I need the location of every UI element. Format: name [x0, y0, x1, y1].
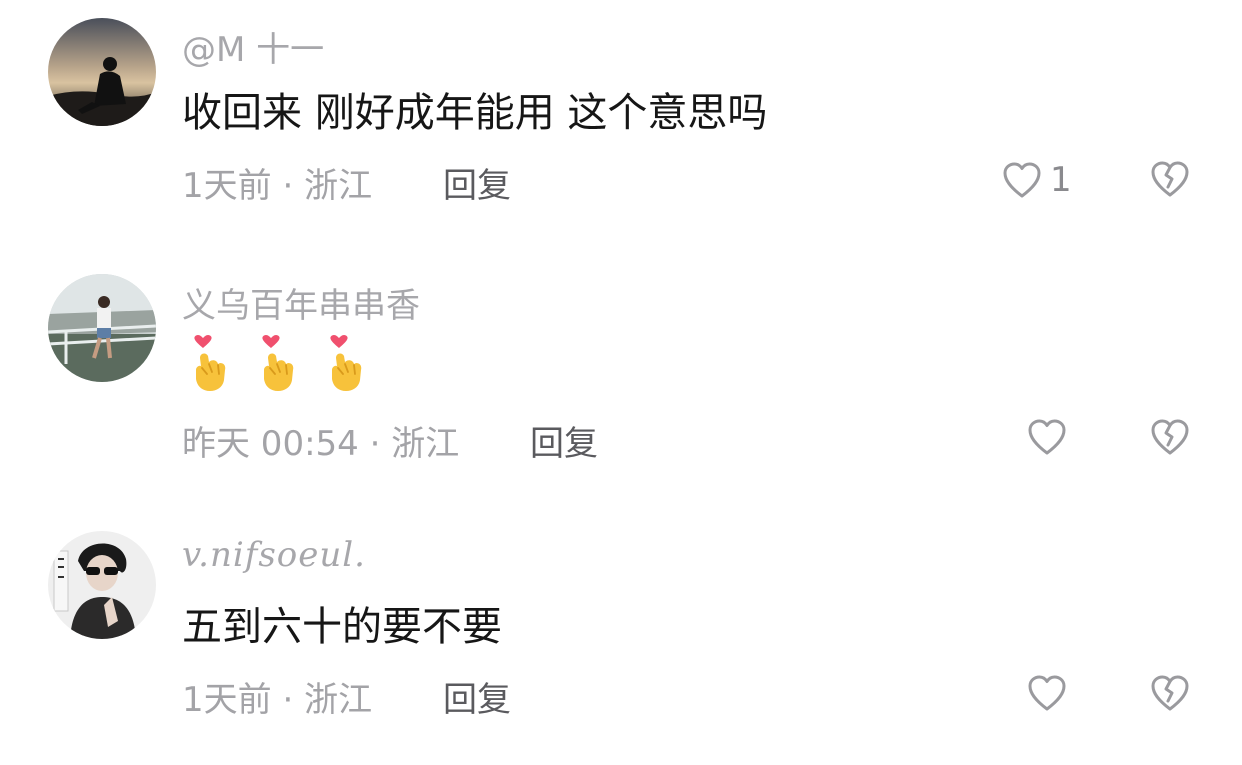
finger-heart-emoji: [262, 334, 294, 391]
meta-separator: ·: [282, 166, 294, 206]
comment-meta: 1天前 · 浙江: [182, 158, 372, 207]
like-count: 1: [1050, 160, 1072, 200]
comment-username[interactable]: v.nifsoeul.: [182, 535, 366, 575]
dislike-button[interactable]: [1149, 418, 1191, 460]
comment-time: 1天前: [182, 680, 272, 720]
comment-location: 浙江: [304, 680, 373, 720]
comment-username[interactable]: @M 十一: [182, 22, 324, 71]
broken-heart-icon: [1151, 161, 1189, 197]
like-button[interactable]: [1027, 418, 1067, 456]
like-button[interactable]: [1027, 674, 1067, 712]
dislike-button[interactable]: [1149, 674, 1191, 716]
reply-button[interactable]: 回复: [443, 672, 511, 721]
broken-heart-icon: [1151, 675, 1189, 711]
like-button[interactable]: 1: [1002, 160, 1072, 200]
comment-username[interactable]: 义乌百年串串香: [182, 278, 420, 327]
avatar[interactable]: [48, 18, 156, 126]
avatar[interactable]: [48, 531, 156, 639]
finger-heart-emoji: [194, 334, 226, 391]
comment-text: 五到六十的要不要: [182, 604, 502, 650]
comment-meta: 昨天 00:54 · 浙江: [182, 416, 459, 465]
reply-button[interactable]: 回复: [443, 158, 511, 207]
heart-outline-icon: [1028, 675, 1066, 711]
broken-heart-icon: [1151, 419, 1189, 455]
comment-emoji-row: [190, 334, 366, 392]
comment-meta: 1天前 · 浙江: [182, 672, 372, 721]
heart-outline-icon: [1028, 419, 1066, 455]
heart-outline-icon: [1003, 162, 1041, 198]
meta-separator: ·: [282, 680, 294, 720]
finger-heart-emoji: [330, 334, 362, 391]
comment-time: 1天前: [182, 166, 272, 206]
avatar[interactable]: [48, 274, 156, 382]
comment-location: 浙江: [391, 424, 460, 464]
reply-button[interactable]: 回复: [530, 416, 598, 465]
comment-time: 昨天 00:54: [182, 424, 359, 464]
meta-separator: ·: [369, 424, 381, 464]
dislike-button[interactable]: [1149, 160, 1191, 202]
comment-location: 浙江: [304, 166, 373, 206]
comment-text: 收回来 刚好成年能用 这个意思吗: [182, 90, 768, 136]
